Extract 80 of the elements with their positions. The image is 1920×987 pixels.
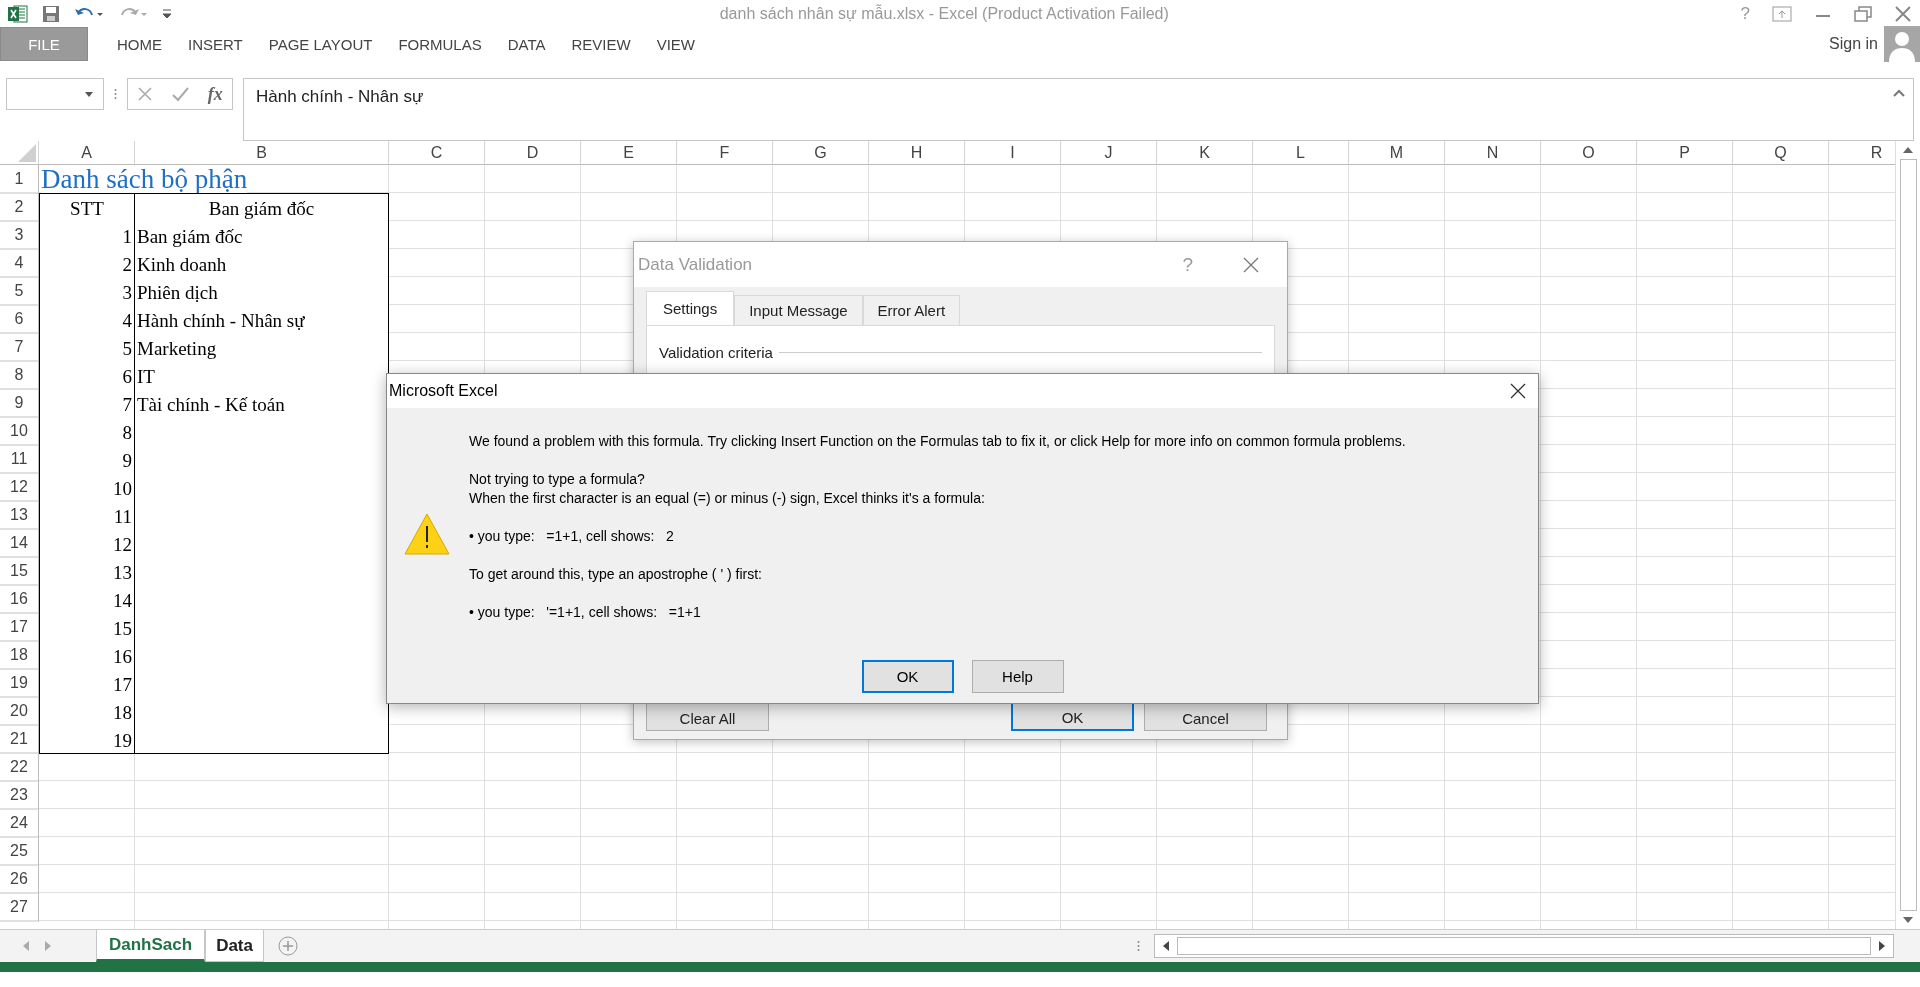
row-header[interactable]: 25 xyxy=(0,837,39,866)
message-text: • you type: =1+1, cell shows: 2 xyxy=(469,527,675,546)
table-cell: 7 xyxy=(122,394,132,416)
dialog-title: Data Validation xyxy=(638,254,754,275)
sheet-tab[interactable]: Data xyxy=(205,930,264,962)
table-cell: Marketing xyxy=(137,338,217,360)
row-header[interactable]: 23 xyxy=(0,781,39,810)
table-cell: 2 xyxy=(122,254,132,276)
column-header[interactable]: N xyxy=(1445,141,1541,165)
table-cell: IT xyxy=(137,366,155,388)
column-header[interactable]: C xyxy=(389,141,485,165)
column-header[interactable]: O xyxy=(1541,141,1637,165)
table-cell: 16 xyxy=(113,646,132,668)
row-header[interactable]: 22 xyxy=(0,753,39,782)
column-header[interactable]: A xyxy=(39,141,135,165)
table-cell: Kinh doanh xyxy=(137,254,227,276)
column-header[interactable]: B xyxy=(135,141,389,165)
table-cell: 6 xyxy=(122,366,132,388)
table-cell: 9 xyxy=(122,450,132,472)
insert-function-button[interactable]: fx xyxy=(207,83,223,105)
column-header[interactable]: G xyxy=(773,141,869,165)
ribbon-tab[interactable]: DATA xyxy=(494,27,559,61)
table-cell: 11 xyxy=(113,506,132,528)
ribbon-tab[interactable]: PAGE LAYOUT xyxy=(255,27,386,61)
table-cell: 18 xyxy=(113,702,132,724)
table-cell: 8 xyxy=(122,422,132,444)
row-header[interactable]: 27 xyxy=(0,893,39,922)
sheet-title: Danh sách bộ phận xyxy=(41,166,248,193)
table-cell: 14 xyxy=(113,590,132,612)
column-header[interactable]: P xyxy=(1637,141,1733,165)
table-cell: Phiên dịch xyxy=(137,282,218,304)
column-header[interactable]: F xyxy=(677,141,773,165)
message-text: When the first character is an equal (=) or minus (-) sign, Excel thinks it's a formula: xyxy=(469,489,986,508)
sheet-tab[interactable]: DanhSach xyxy=(96,930,206,962)
row-header[interactable]: 24 xyxy=(0,809,39,838)
column-header[interactable]: K xyxy=(1157,141,1253,165)
message-text: We found a problem with this formula. Try clicking Insert Function on the Formulas tab to fix it, or click Help for more info on common formula problems. xyxy=(469,432,1406,451)
table-cell: Ban giám đốc xyxy=(137,226,243,248)
ribbon-tab[interactable]: HOME xyxy=(104,27,175,61)
table-cell: 3 xyxy=(122,282,132,304)
table-cell: 5 xyxy=(122,338,132,360)
message-text: • you type: '=1+1, cell shows: =1+1 xyxy=(469,603,702,622)
table-cell: 15 xyxy=(113,618,132,640)
column-header[interactable]: E xyxy=(581,141,677,165)
column-heading: STT xyxy=(70,198,104,220)
dialog-tab[interactable]: Error Alert xyxy=(862,295,961,325)
window-title: danh sách nhân sự mẫu.xlsx - Excel (Product Activation Failed) xyxy=(718,4,1170,23)
row-header[interactable]: 1 xyxy=(0,165,39,194)
column-header[interactable]: D xyxy=(485,141,581,165)
table-cell: Tài chính - Kế toán xyxy=(137,394,285,416)
dialog-tab[interactable]: Input Message xyxy=(734,295,863,325)
table-cell: 13 xyxy=(113,562,132,584)
dialog-button[interactable]: OK xyxy=(861,660,954,693)
column-header[interactable]: I xyxy=(965,141,1061,165)
ribbon-tab[interactable]: FORMULAS xyxy=(385,27,495,61)
table-cell: 10 xyxy=(113,478,132,500)
column-heading: Ban giám đốc xyxy=(208,198,315,220)
sign-in-link[interactable]: Sign in xyxy=(1829,35,1878,53)
column-header[interactable]: M xyxy=(1349,141,1445,165)
message-text: To get around this, type an apostrophe ( ' ) first: xyxy=(469,565,763,584)
ribbon-tab[interactable]: INSERT xyxy=(175,27,256,61)
message-text: Not trying to type a formula? xyxy=(469,470,646,489)
table-cell: Hành chính - Nhân sự xyxy=(137,310,305,332)
ribbon-tab[interactable]: REVIEW xyxy=(558,27,644,61)
table-cell: 12 xyxy=(113,534,132,556)
table-cell: 1 xyxy=(122,226,132,248)
row-header[interactable]: 26 xyxy=(0,865,39,894)
table-cell: 17 xyxy=(113,674,132,696)
column-header[interactable]: L xyxy=(1253,141,1349,165)
formula-input[interactable]: Hành chính - Nhân sự xyxy=(243,78,1914,141)
table-cell: 19 xyxy=(113,730,132,752)
column-header[interactable]: Q xyxy=(1733,141,1829,165)
section-label: Validation criteria xyxy=(659,344,773,361)
column-header[interactable]: H xyxy=(869,141,965,165)
dialog-tab[interactable]: Settings xyxy=(646,291,735,325)
column-header[interactable]: J xyxy=(1061,141,1157,165)
dialog-title: Microsoft Excel xyxy=(389,382,498,400)
ribbon-tab[interactable]: VIEW xyxy=(643,27,709,61)
table-cell: 4 xyxy=(122,310,132,332)
dialog-button[interactable]: Help xyxy=(971,660,1064,693)
